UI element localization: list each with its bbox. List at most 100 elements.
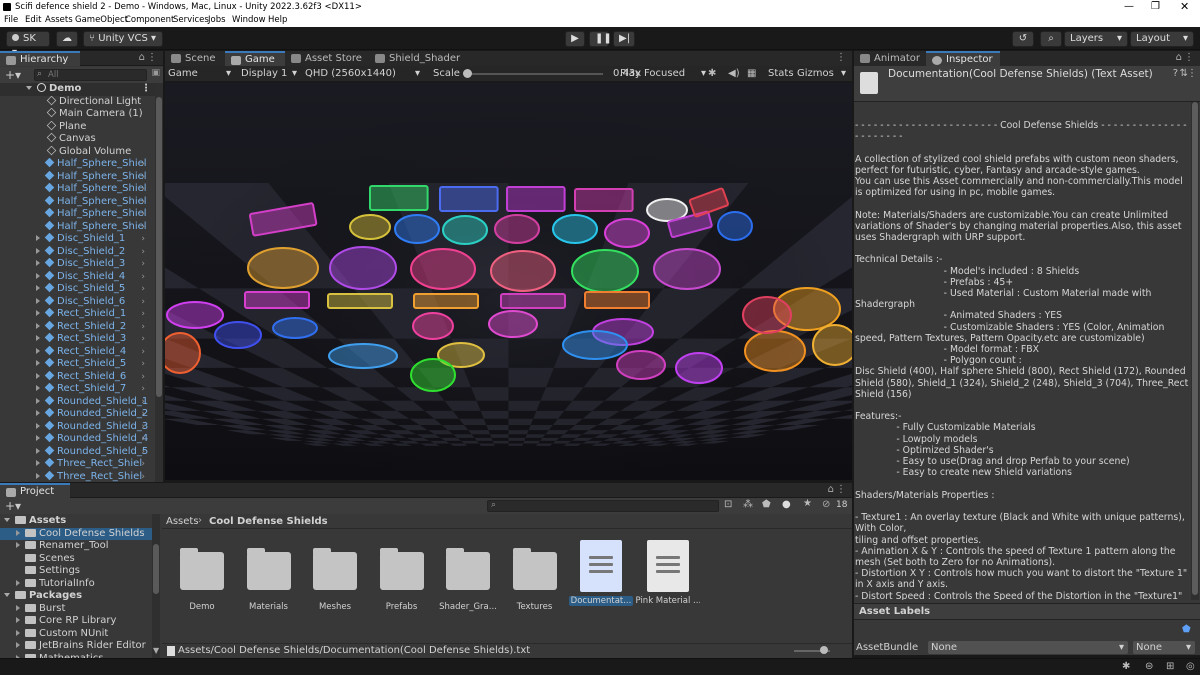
chevron-right-icon[interactable]: › <box>141 333 145 346</box>
asset-item[interactable]: Pink Material ... <box>636 540 700 606</box>
breadcrumb-current[interactable]: Cool Defense Shields <box>209 516 328 527</box>
history-button[interactable]: ↺ <box>1012 31 1034 47</box>
menu-jobs[interactable]: Jobs <box>208 14 226 27</box>
hierarchy-prefab-item[interactable]: Rect_Shield_4 › <box>0 345 155 359</box>
chevron-right-icon[interactable]: › <box>141 446 145 459</box>
hierarchy-prefab-item[interactable]: Half_Sphere_Shiel › <box>0 170 155 184</box>
chevron-right-icon[interactable]: › <box>141 371 145 384</box>
expand-arrow-icon[interactable] <box>16 579 20 586</box>
hierarchy-prefab-item[interactable]: Half_Sphere_Shiel › <box>0 220 155 234</box>
minimize-button[interactable]: — <box>1124 0 1134 14</box>
label-tag-icon[interactable]: ⬟ <box>1182 624 1191 635</box>
expand-arrow-icon[interactable] <box>36 460 40 466</box>
expand-arrow-icon[interactable] <box>36 260 40 266</box>
expand-arrow-icon[interactable] <box>26 86 32 90</box>
expand-arrow-icon[interactable] <box>36 372 40 379</box>
expand-arrow-icon[interactable] <box>4 518 10 522</box>
tab-asset-store[interactable]: Asset Store <box>285 51 368 66</box>
project-tree-item[interactable]: Scenes <box>0 553 152 566</box>
expand-arrow-icon[interactable] <box>16 642 20 648</box>
hierarchy-prefab-item[interactable]: Rect_Shield_3 › <box>0 333 155 346</box>
layout-dropdown[interactable]: Layout ▾ <box>1130 31 1194 47</box>
hierarchy-prefab-item[interactable]: Rounded_Shield_1 › <box>0 395 155 409</box>
add-button[interactable]: +▾ <box>5 68 21 82</box>
lock-icon[interactable]: ⌂ <box>1176 52 1182 63</box>
project-tree-item[interactable]: JetBrains Rider Editor <box>0 640 152 653</box>
asset-item[interactable]: Textures <box>503 540 567 612</box>
project-tree-item[interactable]: Assets <box>0 515 152 528</box>
expand-arrow-icon[interactable] <box>36 472 40 479</box>
hierarchy-prefab-item[interactable]: Rounded_Shield_4 › <box>0 433 155 446</box>
hierarchy-prefab-item[interactable]: Disc_Shield_1 › <box>0 233 155 246</box>
scroll-arrow-icon[interactable]: ▼ <box>153 646 159 655</box>
chevron-right-icon[interactable]: › <box>141 158 145 171</box>
hierarchy-prefab-item[interactable]: Half_Sphere_Shiel › <box>0 208 155 221</box>
inspector-scrollbar[interactable] <box>1191 102 1199 600</box>
chevron-right-icon[interactable]: › <box>141 171 145 184</box>
project-tree-item[interactable]: Settings <box>0 565 152 578</box>
chevron-right-icon[interactable]: › <box>141 233 145 246</box>
expand-arrow-icon[interactable] <box>36 322 40 329</box>
hierarchy-item[interactable]: Canvas <box>0 133 155 146</box>
notifications-icon[interactable]: ◎ <box>1186 661 1195 672</box>
menu-window[interactable]: Window <box>232 14 266 27</box>
project-tree-scrollbar[interactable] <box>152 514 160 658</box>
hierarchy-prefab-item[interactable]: Half_Sphere_Shiel › <box>0 158 155 171</box>
hierarchy-prefab-item[interactable]: Disc_Shield_6 › <box>0 295 155 309</box>
project-tree-item[interactable]: Renamer_Tool <box>0 540 152 553</box>
hierarchy-prefab-item[interactable]: Rounded_Shield_5 › <box>0 445 155 459</box>
hierarchy-item[interactable]: Global Volume <box>0 145 155 159</box>
expand-arrow-icon[interactable] <box>36 297 40 304</box>
hierarchy-item[interactable]: Plane <box>0 120 155 134</box>
filter-icon[interactable]: ▣ <box>151 68 160 78</box>
chevron-right-icon[interactable]: › <box>141 408 145 421</box>
chevron-right-icon[interactable]: › <box>141 321 145 334</box>
search-button[interactable]: ⌕ <box>1040 31 1062 47</box>
menu-assets[interactable]: Assets <box>45 14 73 27</box>
chevron-right-icon[interactable]: › <box>141 196 145 209</box>
maximize-button[interactable]: ❐ <box>1151 0 1160 14</box>
hierarchy-prefab-item[interactable]: Rect_Shield_7 › <box>0 383 155 396</box>
hierarchy-prefab-item[interactable]: Three_Rect_Shiel › <box>0 458 155 471</box>
tab-project[interactable]: Project <box>0 483 70 498</box>
hierarchy-prefab-item[interactable]: Disc_Shield_5 › <box>0 283 155 296</box>
hierarchy-prefab-item[interactable]: Rounded_Shield_2 › <box>0 408 155 421</box>
hierarchy-item[interactable]: Directional Light <box>0 95 155 109</box>
asset-item[interactable]: Documentat... <box>569 540 633 606</box>
network-icon[interactable]: ⊜ <box>1145 661 1153 672</box>
expand-arrow-icon[interactable] <box>36 272 40 279</box>
bug-icon[interactable]: ✱ <box>708 66 716 82</box>
cache-icon[interactable]: ⊞ <box>1166 661 1174 672</box>
chevron-right-icon[interactable]: › <box>141 346 145 359</box>
lock-icon[interactable]: ⌂ <box>139 52 145 63</box>
hierarchy-prefab-item[interactable]: Disc_Shield_4 › <box>0 270 155 284</box>
favorite-icon[interactable]: ★ <box>803 498 812 509</box>
hierarchy-scrollbar[interactable] <box>155 83 163 482</box>
menu-component[interactable]: Component <box>125 14 174 27</box>
expand-arrow-icon[interactable] <box>36 397 40 404</box>
chevron-right-icon[interactable]: › <box>141 358 145 371</box>
menu-edit[interactable]: Edit <box>25 14 41 27</box>
expand-arrow-icon[interactable] <box>36 385 40 391</box>
expand-arrow-icon[interactable] <box>36 360 40 366</box>
help-icon[interactable]: ? <box>1173 68 1178 79</box>
tab-animator[interactable]: Animator <box>854 51 924 66</box>
lock-icon[interactable]: ⌂ <box>828 484 834 495</box>
asset-item[interactable]: Prefabs <box>370 540 434 612</box>
expand-arrow-icon[interactable] <box>4 593 10 597</box>
expand-arrow-icon[interactable] <box>16 529 20 536</box>
game-viewport[interactable] <box>165 83 852 480</box>
project-tree-item[interactable]: Custom NUnit <box>0 628 152 641</box>
expand-arrow-icon[interactable] <box>36 422 40 429</box>
hierarchy-prefab-item[interactable]: Disc_Shield_3 › <box>0 258 155 271</box>
kebab-menu-icon[interactable]: ⋮ <box>1184 52 1194 63</box>
chevron-right-icon[interactable]: › <box>141 308 145 321</box>
expand-arrow-icon[interactable] <box>36 335 40 341</box>
stats-toggle-icon[interactable]: ▦ <box>747 66 756 82</box>
scale-slider-thumb[interactable] <box>463 69 472 78</box>
hierarchy-prefab-item[interactable]: Rect_Shield_5 › <box>0 358 155 371</box>
visibility-icon[interactable]: ⊘ <box>822 499 830 510</box>
scale-slider[interactable] <box>463 66 603 82</box>
expand-arrow-icon[interactable] <box>36 347 40 354</box>
project-tree-item[interactable]: Burst <box>0 603 152 616</box>
